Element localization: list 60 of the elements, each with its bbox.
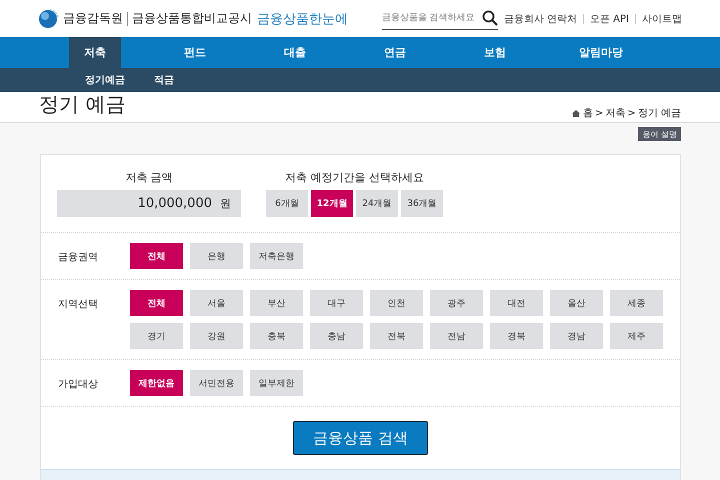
filter-option[interactable]: 전체 bbox=[130, 290, 183, 316]
filter-option[interactable]: 강원 bbox=[190, 323, 243, 349]
amount-field[interactable]: 10,000,000 원 bbox=[57, 190, 241, 217]
filter-option[interactable]: 경기 bbox=[130, 323, 183, 349]
filter-option[interactable]: 인천 bbox=[370, 290, 423, 316]
page-title: 정기 예금 bbox=[39, 92, 126, 116]
site-name[interactable]: 금융상품통합비교공시 bbox=[132, 10, 252, 27]
nav-tab[interactable]: 저축 bbox=[69, 37, 121, 68]
filter-option[interactable]: 은행 bbox=[190, 243, 243, 269]
breadcrumb-separator: > bbox=[595, 108, 604, 118]
filter-option[interactable]: 충북 bbox=[250, 323, 303, 349]
nav-tab[interactable]: 보험 bbox=[469, 37, 521, 68]
breadcrumb-link[interactable]: 정기 예금 bbox=[638, 106, 681, 120]
filter-label: 금융권역 bbox=[58, 251, 99, 265]
breadcrumb-link[interactable]: 저축 bbox=[605, 106, 626, 120]
period-option[interactable]: 36개월 bbox=[401, 190, 443, 217]
filter-label: 가입대상 bbox=[58, 378, 99, 392]
nav-tab[interactable]: 연금 bbox=[369, 37, 421, 68]
subnav-link[interactable]: 적금 bbox=[154, 73, 174, 87]
filter-option[interactable]: 경북 bbox=[490, 323, 543, 349]
filter-option[interactable]: 제한없음 bbox=[130, 370, 183, 396]
period-option[interactable]: 12개월 bbox=[311, 190, 353, 217]
brand-logo[interactable]: 금융상품한눈에 bbox=[257, 10, 348, 28]
nav-tab[interactable]: 대출 bbox=[269, 37, 321, 68]
nav-tab[interactable]: 펀드 bbox=[169, 37, 221, 68]
organization-name[interactable]: 금융감독원 bbox=[63, 10, 123, 27]
filter-option[interactable]: 전체 bbox=[130, 243, 183, 269]
filter-option[interactable]: 울산 bbox=[550, 290, 603, 316]
amount-label: 저축 금액 bbox=[125, 170, 173, 185]
period-option[interactable]: 24개월 bbox=[356, 190, 398, 217]
filter-option[interactable]: 경남 bbox=[550, 323, 603, 349]
search-field[interactable]: 금융상품을 검색하세요 bbox=[382, 13, 482, 23]
filter-option[interactable]: 대전 bbox=[490, 290, 543, 316]
search-button[interactable]: 금융상품 검색 bbox=[293, 421, 428, 455]
filter-label: 지역선택 bbox=[58, 298, 99, 312]
glossary-button[interactable]: 용어 설명 bbox=[638, 127, 681, 141]
filter-option[interactable]: 광주 bbox=[430, 290, 483, 316]
period-label: 저축 예정기간을 선택하세요 bbox=[285, 170, 424, 185]
filter-option[interactable]: 일부제한 bbox=[250, 370, 303, 396]
subnav-link[interactable]: 정기예금 bbox=[85, 73, 125, 87]
breadcrumb-separator: > bbox=[627, 108, 636, 118]
logo-icon bbox=[38, 8, 59, 29]
header-link[interactable]: 금융회사 연락처 bbox=[504, 12, 577, 26]
filter-option[interactable]: 부산 bbox=[250, 290, 303, 316]
header-link[interactable]: 사이트맵 bbox=[642, 12, 682, 26]
home-icon bbox=[572, 110, 580, 116]
period-option[interactable]: 6개월 bbox=[266, 190, 308, 217]
filter-option[interactable]: 서민전용 bbox=[190, 370, 243, 396]
header-link[interactable]: 오픈 API bbox=[590, 12, 629, 26]
filter-option[interactable]: 전북 bbox=[370, 323, 423, 349]
filter-option[interactable]: 충남 bbox=[310, 323, 363, 349]
filter-option[interactable]: 대구 bbox=[310, 290, 363, 316]
filter-option[interactable]: 저축은행 bbox=[250, 243, 303, 269]
filter-option[interactable]: 세종 bbox=[610, 290, 663, 316]
filter-option[interactable]: 서울 bbox=[190, 290, 243, 316]
search-icon[interactable] bbox=[482, 10, 498, 26]
nav-tab[interactable]: 알림마당 bbox=[569, 37, 633, 68]
filter-option[interactable]: 제주 bbox=[610, 323, 663, 349]
filter-option[interactable]: 전남 bbox=[430, 323, 483, 349]
breadcrumb-link[interactable]: 홈 bbox=[583, 106, 594, 120]
